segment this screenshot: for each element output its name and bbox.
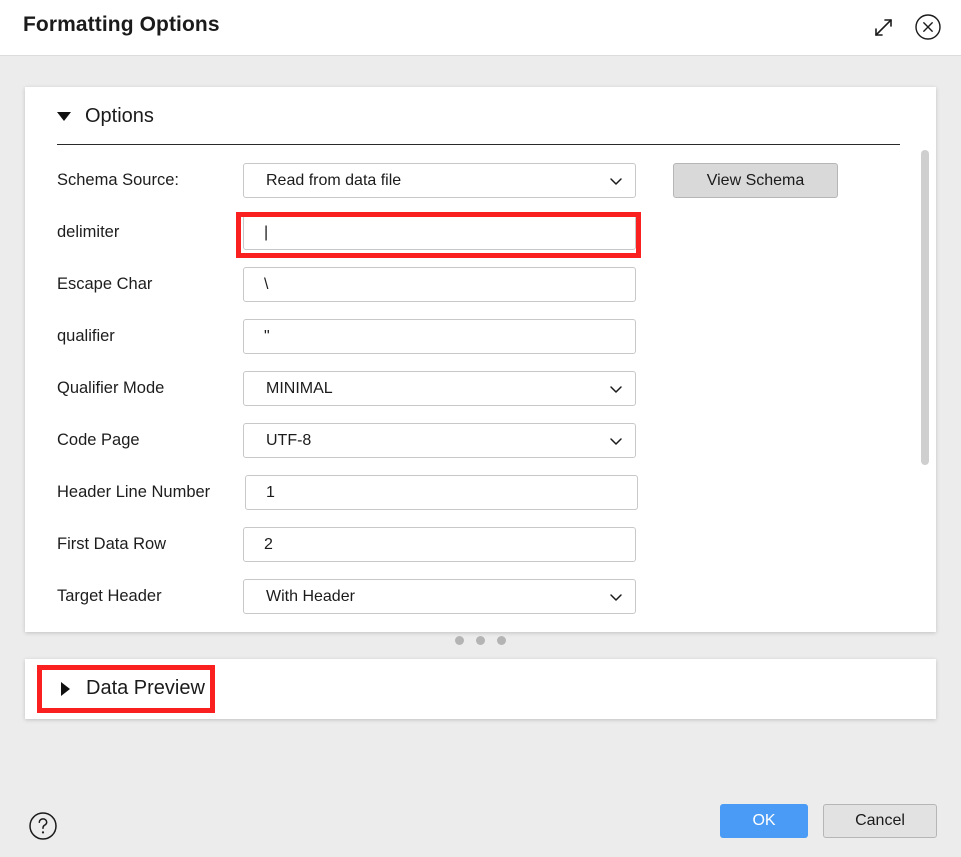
options-panel: Options Schema Source: Read from data fi… [25, 87, 936, 632]
qualifier-value: " [264, 327, 270, 345]
panel-resize-handle[interactable] [0, 636, 961, 645]
chevron-down-icon [610, 437, 622, 445]
close-circle-icon[interactable] [913, 12, 943, 42]
triangle-down-icon[interactable] [57, 112, 71, 121]
section-divider [57, 144, 900, 145]
form-row-code-page: Code Page UTF-8 [25, 417, 936, 469]
data-preview-panel: Data Preview [25, 659, 936, 719]
label-escape-char: Escape Char [57, 275, 153, 293]
page-title: Formatting Options [23, 13, 220, 36]
code-page-select[interactable]: UTF-8 [243, 423, 636, 458]
form-row-qualifier-mode: Qualifier Mode MINIMAL [25, 365, 936, 417]
escape-char-value: \ [264, 275, 269, 293]
form-row-target-header: Target Header With Header [25, 573, 936, 625]
cancel-button[interactable]: Cancel [823, 804, 937, 838]
data-preview-title: Data Preview [86, 677, 205, 699]
ok-button[interactable]: OK [720, 804, 808, 838]
qualifier-mode-value: MINIMAL [266, 379, 333, 397]
label-schema-source: Schema Source: [57, 171, 179, 189]
label-qualifier-mode: Qualifier Mode [57, 379, 165, 397]
options-form: Schema Source: Read from data file View … [25, 157, 936, 625]
data-preview-section-header[interactable]: Data Preview [61, 677, 205, 700]
label-code-page: Code Page [57, 431, 140, 449]
options-section-title: Options [85, 105, 154, 127]
qualifier-mode-select[interactable]: MINIMAL [243, 371, 636, 406]
target-header-value: With Header [266, 587, 355, 605]
label-target-header: Target Header [57, 587, 162, 605]
chevron-down-icon [610, 177, 622, 185]
handle-dot [497, 636, 506, 645]
header-line-number-value: 1 [266, 483, 275, 501]
help-circle-icon[interactable] [28, 811, 58, 846]
first-data-row-input[interactable]: 2 [243, 527, 636, 562]
expand-diagonal-icon[interactable] [869, 12, 899, 42]
options-scrollbar-thumb[interactable] [921, 150, 929, 465]
view-schema-button[interactable]: View Schema [673, 163, 838, 198]
handle-dot [476, 636, 485, 645]
chevron-down-icon [610, 593, 622, 601]
handle-dot [455, 636, 464, 645]
titlebar-actions [869, 12, 943, 42]
escape-char-input[interactable]: \ [243, 267, 636, 302]
label-delimiter: delimiter [57, 223, 120, 241]
triangle-right-icon[interactable] [61, 681, 70, 696]
form-row-schema-source: Schema Source: Read from data file View … [25, 157, 936, 209]
form-row-delimiter: delimiter | [25, 209, 936, 261]
delimiter-value: | [264, 223, 269, 241]
header-line-number-input[interactable]: 1 [245, 475, 638, 510]
label-header-line-number: Header Line Number [57, 483, 211, 501]
form-row-header-line-number: Header Line Number 1 [25, 469, 936, 521]
qualifier-input[interactable]: " [243, 319, 636, 354]
options-section-header[interactable]: Options [57, 105, 154, 128]
dialog-footer [0, 786, 961, 857]
label-qualifier: qualifier [57, 327, 115, 345]
form-row-first-data-row: First Data Row 2 [25, 521, 936, 573]
form-row-escape-char: Escape Char \ [25, 261, 936, 313]
target-header-select[interactable]: With Header [243, 579, 636, 614]
delimiter-input[interactable]: | [243, 215, 636, 250]
schema-source-value: Read from data file [266, 171, 402, 189]
chevron-down-icon [610, 385, 622, 393]
code-page-value: UTF-8 [266, 431, 312, 449]
dialog-titlebar: Formatting Options [0, 0, 961, 56]
first-data-row-value: 2 [264, 535, 273, 553]
form-row-qualifier: qualifier " [25, 313, 936, 365]
label-first-data-row: First Data Row [57, 535, 167, 553]
schema-source-select[interactable]: Read from data file [243, 163, 636, 198]
